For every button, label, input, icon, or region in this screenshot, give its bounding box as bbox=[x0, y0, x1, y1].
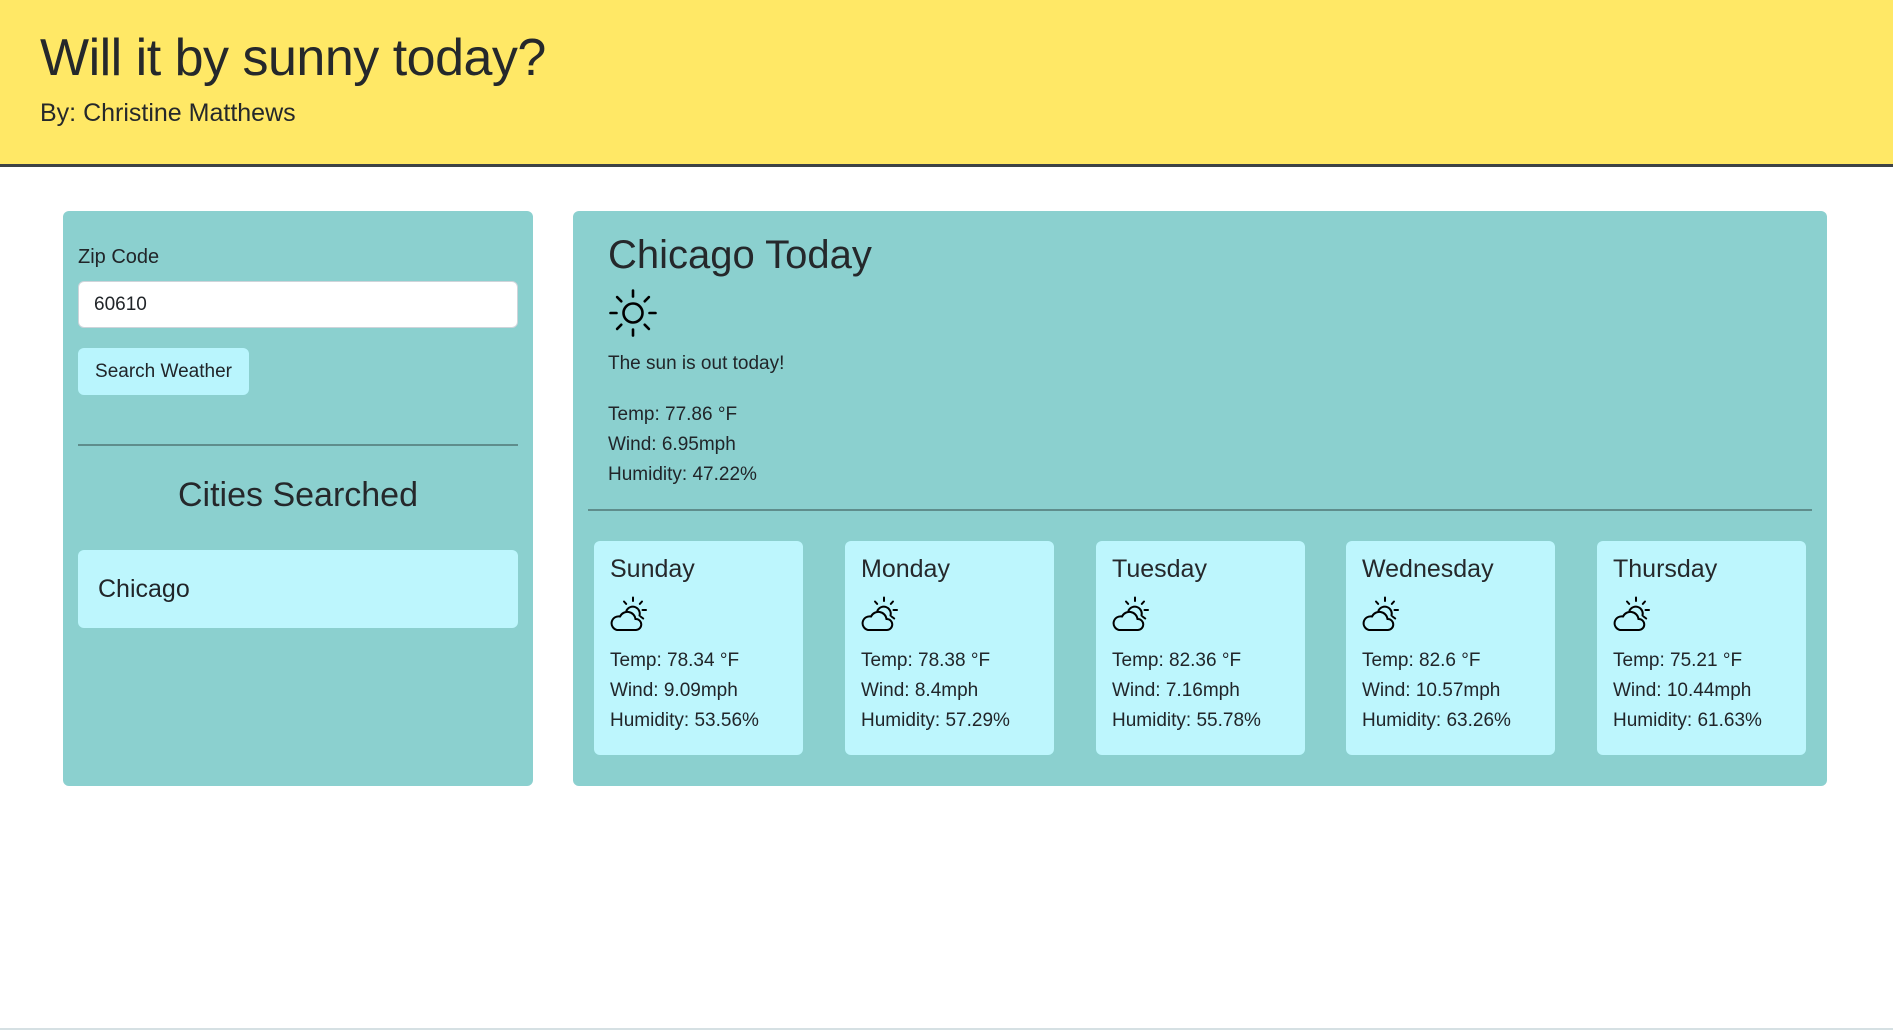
forecast-humidity: Humidity: 63.26% bbox=[1362, 710, 1511, 731]
partly-cloudy-icon bbox=[610, 596, 647, 631]
forecast-humidity: Humidity: 57.29% bbox=[861, 710, 1010, 731]
forecast-card-monday: Monday Temp: 78.38 °F Wind: 8.4mph Humid… bbox=[845, 541, 1054, 755]
today-humidity: Humidity: 47.22% bbox=[608, 464, 757, 485]
zip-code-label: Zip Code bbox=[78, 246, 160, 268]
search-weather-button[interactable]: Search Weather bbox=[78, 348, 249, 395]
today-title: Chicago Today bbox=[608, 233, 872, 277]
today-description: The sun is out today! bbox=[608, 353, 785, 374]
today-wind: Wind: 6.95mph bbox=[608, 434, 736, 455]
cities-searched-heading: Cities Searched bbox=[177, 476, 418, 514]
forecast-card-tuesday: Tuesday Temp: 82.36 °F Wind: 7.16mph Hum… bbox=[1096, 541, 1305, 755]
partly-cloudy-icon bbox=[1613, 596, 1650, 631]
forecast-wind: Wind: 9.09mph bbox=[610, 680, 738, 701]
forecast-wind: Wind: 10.44mph bbox=[1613, 680, 1752, 701]
forecast-temp: Temp: 82.36 °F bbox=[1112, 650, 1242, 671]
forecast-day: Sunday bbox=[610, 555, 695, 583]
forecast-day: Monday bbox=[861, 555, 950, 583]
forecast-wind: Wind: 7.16mph bbox=[1112, 680, 1240, 701]
weather-panel: Chicago Today The sun is out today! Temp… bbox=[573, 211, 1827, 786]
partly-cloudy-icon bbox=[1112, 596, 1149, 631]
forecast-humidity: Humidity: 53.56% bbox=[610, 710, 759, 731]
page-title: Will it by sunny today? bbox=[40, 29, 546, 87]
forecast-wind: Wind: 10.57mph bbox=[1362, 680, 1501, 701]
forecast-wind: Wind: 8.4mph bbox=[861, 680, 979, 701]
forecast-card-sunday: Sunday Temp: 78.34 °F Wind: 9.09mph Humi… bbox=[594, 541, 803, 755]
author-byline: By: Christine Matthews bbox=[40, 99, 296, 127]
footer-divider bbox=[0, 1028, 1893, 1030]
sun-icon bbox=[609, 289, 657, 337]
forecast-day: Thursday bbox=[1613, 555, 1718, 583]
page-header: Will it by sunny today? By: Christine Ma… bbox=[0, 0, 1893, 167]
forecast-card-thursday: Thursday Temp: 75.21 °F Wind: 10.44mph H… bbox=[1597, 541, 1806, 755]
forecast-humidity: Humidity: 55.78% bbox=[1112, 710, 1261, 731]
zip-code-input[interactable] bbox=[78, 281, 518, 328]
forecast-day: Wednesday bbox=[1362, 555, 1494, 583]
partly-cloudy-icon bbox=[861, 596, 898, 631]
divider bbox=[78, 444, 518, 446]
forecast-humidity: Humidity: 61.63% bbox=[1613, 710, 1762, 731]
search-panel: Zip Code Search Weather Cities Searched … bbox=[63, 211, 533, 786]
forecast-temp: Temp: 82.6 °F bbox=[1362, 650, 1481, 671]
city-history-item-chicago[interactable]: Chicago bbox=[78, 550, 518, 628]
partly-cloudy-icon bbox=[1362, 596, 1399, 631]
forecast-temp: Temp: 78.34 °F bbox=[610, 650, 740, 671]
forecast-card-wednesday: Wednesday Temp: 82.6 °F Wind: 10.57mph H… bbox=[1346, 541, 1555, 755]
forecast-day: Tuesday bbox=[1112, 555, 1207, 583]
forecast-temp: Temp: 75.21 °F bbox=[1613, 650, 1743, 671]
forecast-temp: Temp: 78.38 °F bbox=[861, 650, 991, 671]
today-temp: Temp: 77.86 °F bbox=[608, 404, 738, 425]
divider bbox=[588, 509, 1812, 511]
